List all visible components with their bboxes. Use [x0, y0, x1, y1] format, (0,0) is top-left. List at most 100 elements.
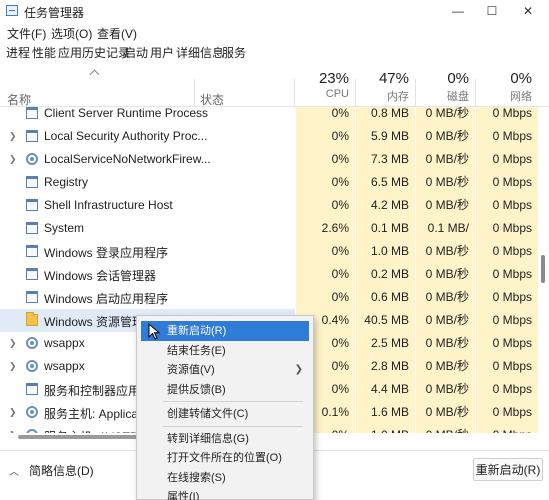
vertical-scrollbar[interactable]: [539, 107, 547, 433]
process-name: Windows 启动应用程序: [44, 292, 169, 306]
cpu-value: 0%: [295, 286, 355, 309]
chevron-right-icon[interactable]: ❯: [9, 338, 17, 349]
cpu-value: 0%: [295, 194, 355, 217]
header-disk[interactable]: 0% 磁盘: [415, 61, 475, 107]
chevron-right-icon[interactable]: ❯: [9, 361, 17, 372]
memory-value: 0.6 MB: [355, 286, 415, 309]
process-gear-icon: [26, 360, 38, 372]
process-row[interactable]: Registry 0% 6.5 MB 0 MB/秒 0 Mbps: [0, 171, 538, 194]
context-menu-item[interactable]: 结束任务(E): [141, 341, 309, 361]
restart-button[interactable]: 重新启动(R): [473, 458, 543, 481]
disk-value: 0 MB/秒: [415, 148, 475, 171]
disk-value: 0 MB/秒: [415, 240, 475, 263]
cpu-value: 0%: [295, 125, 355, 148]
context-menu-item[interactable]: 转到详细信息(G): [141, 429, 309, 449]
maximize-button[interactable]: ☐: [474, 0, 510, 22]
context-menu-item[interactable]: 创建转储文件(C): [141, 404, 309, 424]
header-name[interactable]: 名称: [7, 91, 31, 108]
disk-value: 0 MB/秒: [415, 263, 475, 286]
vertical-scroll-thumb[interactable]: [541, 255, 545, 283]
menu-bar: 文件(F) 选项(O) 查看(V): [0, 22, 549, 41]
process-window-icon: [26, 291, 38, 303]
title-bar: 任务管理器 — ☐ ✕: [0, 0, 549, 22]
tab-details[interactable]: 详细信息: [176, 44, 224, 61]
network-value: 0 Mbps: [475, 309, 538, 332]
chevron-right-icon[interactable]: ❯: [9, 407, 17, 418]
process-row[interactable]: ❯ LocalServiceNoNetworkFirew... 0% 7.3 MB 0 …: [0, 148, 538, 171]
context-menu-label: 转到详细信息(G): [167, 432, 249, 445]
fewer-details-link[interactable]: 简略信息(D): [29, 462, 94, 479]
memory-value: 1.0 MB: [355, 240, 415, 263]
memory-value: 0.1 MB: [355, 217, 415, 240]
process-window-icon: [26, 107, 38, 119]
disk-value: 0.1 MB/秒: [415, 217, 475, 258]
network-value: 0 Mbps: [475, 240, 538, 263]
context-menu-item[interactable]: 属性(I): [141, 487, 309, 500]
network-value: 0 Mbps: [475, 286, 538, 309]
memory-value: 40.5 MB: [355, 309, 415, 332]
process-name: Windows 登录应用程序: [44, 246, 169, 260]
menu-options[interactable]: 选项(O): [51, 25, 92, 42]
context-menu-item[interactable]: 打开文件所在的位置(O): [141, 448, 309, 468]
tab-app-history[interactable]: 应用历史记录: [58, 44, 130, 61]
process-gear-icon: [26, 337, 38, 349]
menu-separator: [163, 401, 303, 402]
context-menu-item[interactable]: 提供反馈(B): [141, 380, 309, 400]
network-percent: 0%: [510, 70, 532, 87]
memory-value: 2.8 MB: [355, 355, 415, 378]
process-row[interactable]: ❯ Local Security Authority Proc... 0% 5.9 M…: [0, 125, 538, 148]
process-name: Windows 会话管理器: [44, 269, 157, 283]
header-network[interactable]: 0% 网络: [475, 61, 538, 107]
context-menu-label: 属性(I): [167, 491, 200, 500]
process-row[interactable]: System 2.6%0.1 MB0.1 MB/秒0 Mbps: [0, 217, 538, 258]
process-name: Client Server Runtime Process: [44, 107, 209, 120]
sort-up-icon: [89, 69, 100, 80]
tab-startup[interactable]: 启动: [124, 44, 148, 61]
process-row[interactable]: Windows 启动应用程序 0% 0.6 MB 0 MB/秒 0 Mbps: [0, 286, 538, 309]
cpu-value: 0%: [295, 107, 355, 125]
network-value: 0 Mbps: [475, 125, 538, 148]
header-status[interactable]: 状态: [200, 91, 224, 108]
process-window-icon: [26, 222, 38, 234]
disk-value: 0 MB/秒: [415, 194, 475, 217]
process-row[interactable]: Shell Infrastructure Host 0% 4.2 MB 0 MB/秒 0…: [0, 194, 538, 217]
disk-value: 0 MB/秒: [415, 401, 475, 424]
process-window-icon: [26, 199, 38, 211]
chevron-right-icon[interactable]: ❯: [9, 131, 17, 142]
process-row[interactable]: Windows 登录应用程序 0% 1.0 MB 0 MB/秒 0 Mbps: [0, 240, 538, 263]
context-menu-item[interactable]: 资源值(V) ❯: [141, 360, 309, 380]
menu-view[interactable]: 查看(V): [97, 25, 137, 42]
memory-value: 0.2 MB: [355, 263, 415, 286]
process-name: Shell Infrastructure Host: [44, 198, 173, 212]
disk-percent: 0%: [447, 70, 469, 87]
chevron-up-icon[interactable]: ︿: [9, 463, 19, 478]
window-title: 任务管理器: [24, 6, 85, 20]
process-name: 服务和控制器应用: [44, 384, 141, 398]
disk-value: 0 MB/秒: [415, 378, 475, 401]
menu-file[interactable]: 文件(F): [7, 25, 46, 42]
close-button[interactable]: ✕: [510, 0, 546, 22]
disk-value: 0 MB/秒: [415, 171, 475, 194]
column-header: 名称 状态 23% CPU 47% 内存 0% 磁盘 0% 网络: [0, 61, 549, 107]
process-row[interactable]: Windows 会话管理器 0% 0.2 MB 0 MB/秒 0 Mbps: [0, 263, 538, 286]
context-menu-item[interactable]: 在线搜索(S): [141, 468, 309, 488]
cpu-value: 0%: [295, 148, 355, 171]
process-row[interactable]: Client Server Runtime Process 0% 0.8 MB 0 M…: [0, 107, 538, 125]
network-value: 0 Mbps: [475, 424, 538, 433]
tab-bar: 进程 性能 应用历史记录 启动 用户 详细信息 服务: [0, 41, 549, 61]
tab-users[interactable]: 用户: [150, 44, 174, 61]
tab-services[interactable]: 服务: [222, 44, 246, 61]
chevron-right-icon[interactable]: ❯: [9, 154, 17, 165]
memory-percent: 47%: [378, 70, 409, 87]
tab-performance[interactable]: 性能: [32, 44, 56, 61]
minimize-button[interactable]: —: [440, 0, 476, 22]
network-value: 0 Mbps: [475, 355, 538, 378]
header-memory[interactable]: 47% 内存: [355, 61, 415, 107]
memory-value: 7.3 MB: [355, 148, 415, 171]
context-menu: 重新启动(R) 结束任务(E) 资源值(V) ❯ 提供反馈(B) 创建转储文件(C) 转到详…: [136, 315, 314, 500]
memory-value: 4.4 MB: [355, 378, 415, 401]
header-cpu[interactable]: 23% CPU: [295, 61, 355, 107]
context-menu-item[interactable]: 重新启动(R): [141, 321, 309, 341]
process-name: LocalServiceNoNetworkFirew...: [44, 152, 211, 166]
tab-processes[interactable]: 进程: [6, 44, 30, 61]
